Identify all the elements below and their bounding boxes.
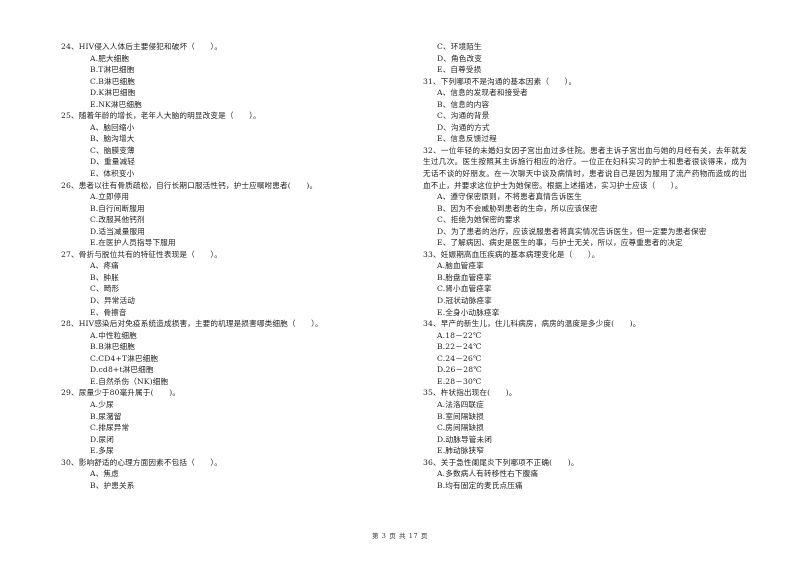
answer-option: D.26－28℃ — [437, 365, 482, 375]
answer-option: D、异常活动 — [90, 296, 135, 306]
answer-option: C.24－26℃ — [437, 353, 482, 363]
answer-option: E.在医护人员指导下服用 — [90, 238, 176, 248]
answer-option: C.排尿异常 — [90, 423, 130, 433]
answer-option: C.CD4+T淋巴细胞 — [90, 353, 159, 363]
answer-option: A.18－22℃ — [437, 330, 482, 340]
answer-option: D.K淋巴细胞 — [90, 88, 136, 98]
answer-option: B、信息的内容 — [437, 99, 490, 109]
answer-option: A、疼痛 — [90, 261, 119, 271]
answer-option: B.尿潴留 — [90, 411, 122, 421]
answer-option: B.均有固定的麦氏点压痛 — [437, 480, 523, 490]
answer-option: B、脑沟增大 — [90, 134, 135, 144]
answer-option: B.T淋巴细胞 — [90, 65, 135, 75]
answer-option: B、肿胀 — [90, 272, 119, 282]
answer-option: C、沟通的背景 — [437, 111, 490, 121]
answer-option: A.肥大细胞 — [90, 53, 130, 63]
answer-option: C.肾小血管痉挛 — [437, 284, 492, 294]
answer-option: D.适当减量服用 — [90, 226, 145, 236]
answer-option: E.28－30℃ — [437, 376, 482, 386]
answer-option: D.尿闭 — [90, 434, 115, 444]
answer-option: E、信息反馈过程 — [437, 134, 497, 144]
answer-option: A.多数病人有转移性右下腹痛 — [437, 469, 539, 479]
question-stem: 24、HIV侵入人体后主要侵犯和破坏（ ）。 — [61, 42, 223, 51]
question-stem: 35、杵状指出现在( )。 — [423, 388, 517, 398]
question-stem: 29、尿量少于80毫升属于( )。 — [61, 388, 181, 398]
answer-option: E.自然杀伤（NK)细胞 — [90, 376, 169, 386]
answer-option: E、了解病因、病史是医生的事，与护士无关，所以，应尊重患者的决定 — [437, 238, 683, 248]
question-stem: 28、HIV感染后对免疫系统造成损害，主要的机理是损害哪类细胞（ ）。 — [61, 319, 323, 329]
answer-option: B.室间隔缺损 — [437, 411, 485, 421]
answer-option: A.脑血管痉挛 — [437, 261, 484, 271]
answer-option: E、体积变小 — [90, 169, 135, 179]
answer-option: A、遵守保密原则，不将患者真情告诉医生 — [437, 192, 583, 202]
answer-option: C、畸形 — [90, 284, 120, 294]
answer-option: A.立即停用 — [90, 192, 130, 202]
answer-option: B、护患关系 — [90, 480, 135, 490]
answer-option: D.cd8+t淋巴细胞 — [90, 365, 154, 375]
answer-option: A.少尿 — [90, 399, 114, 409]
answer-option: B.B淋巴细胞 — [90, 342, 135, 352]
answer-option: D、沟通的方式 — [437, 122, 490, 132]
answer-option: B、因为不会威胁到患者的生命，所以应该保密 — [437, 203, 598, 213]
answer-option: C、环境陌生 — [437, 42, 482, 51]
answer-option: A、脑回缩小 — [90, 122, 135, 132]
question-stem: 26、患者以往有骨质疏松，自行长期口服活性钙，护士应嘱咐患者( )。 — [61, 180, 318, 190]
answer-option: E.NK淋巴细胞 — [90, 99, 142, 109]
answer-option: E.多尿 — [90, 446, 114, 456]
answer-option: E.肺动脉狭窄 — [437, 446, 484, 456]
answer-option: D、为了患者的治疗，应该说服患者将真实情况告诉医生，但一定要为患者保密 — [437, 226, 707, 236]
question-stem: 25、随着年龄的增长，老年人大脑的明显改变是（ ）。 — [61, 111, 261, 121]
answer-option: B.胎盘血管痉挛 — [437, 272, 492, 282]
answer-option: D.冠状动脉痉挛 — [437, 296, 492, 306]
answer-option: B.自行间断服用 — [90, 203, 145, 213]
answer-option: D、重量减轻 — [90, 157, 135, 167]
left-column: 24、HIV侵入人体后主要侵犯和破坏（ ）。 A.肥大细胞 B.T淋巴细胞 C.B淋巴… — [61, 41, 401, 491]
answer-option: D、角色改变 — [437, 53, 482, 63]
document-page: 24、HIV侵入人体后主要侵犯和破坏（ ）。 A.肥大细胞 B.T淋巴细胞 C.B淋巴… — [0, 0, 800, 565]
question-stem: 32、一位年轻的未婚妇女因子宫出血过多住院。患者主诉子宫出血与她的月经有关，去年… — [423, 145, 747, 190]
question-stem: 30、影响舒适的心理方面因素不包括（ ）。 — [61, 457, 223, 467]
answer-option: C.改服其他钙剂 — [90, 215, 145, 225]
question-stem: 33、妊娠期高血压疾病的基本病理变化是（ ）。 — [423, 249, 600, 259]
question-stem: 36、关于急性阑尾炎下列哪项不正确( )。 — [423, 457, 579, 467]
answer-option: E、骨擦音 — [90, 307, 127, 317]
answer-option: C、拒绝为她保密的要求 — [437, 215, 521, 225]
answer-option: D.动脉导管未闭 — [437, 434, 492, 444]
question-stem: 27、骨折与脱位共有的特征性表现是（ ）。 — [61, 249, 223, 259]
answer-option: C、脑膜变薄 — [90, 145, 135, 155]
answer-option: C.B淋巴细胞 — [90, 76, 135, 86]
answer-option: E.全身小动脉痉挛 — [437, 307, 500, 317]
answer-option: B.22－24℃ — [437, 342, 482, 352]
question-stem: 31、下列哪项不是沟通的基本因素（ ）。 — [423, 76, 577, 86]
question-stem: 34、早产的新生儿，住儿科病房，病房的温度是多少度( )。 — [423, 319, 641, 329]
answer-option: A.法洛四联症 — [437, 399, 484, 409]
page-footer: 第 3 页 共 17 页 — [372, 532, 428, 540]
answer-option: C.房间隔缺损 — [437, 423, 484, 433]
right-column: C、环境陌生 D、角色改变 E、自尊受损 31、下列哪项不是沟通的基本因素（ ）。 A、… — [423, 41, 747, 491]
answer-option: A.中性粒细胞 — [90, 330, 137, 340]
answer-option: A、焦虑 — [90, 469, 119, 479]
answer-option: A、信息的发现者和接受者 — [437, 88, 528, 98]
answer-option: E、自尊受损 — [437, 65, 482, 75]
